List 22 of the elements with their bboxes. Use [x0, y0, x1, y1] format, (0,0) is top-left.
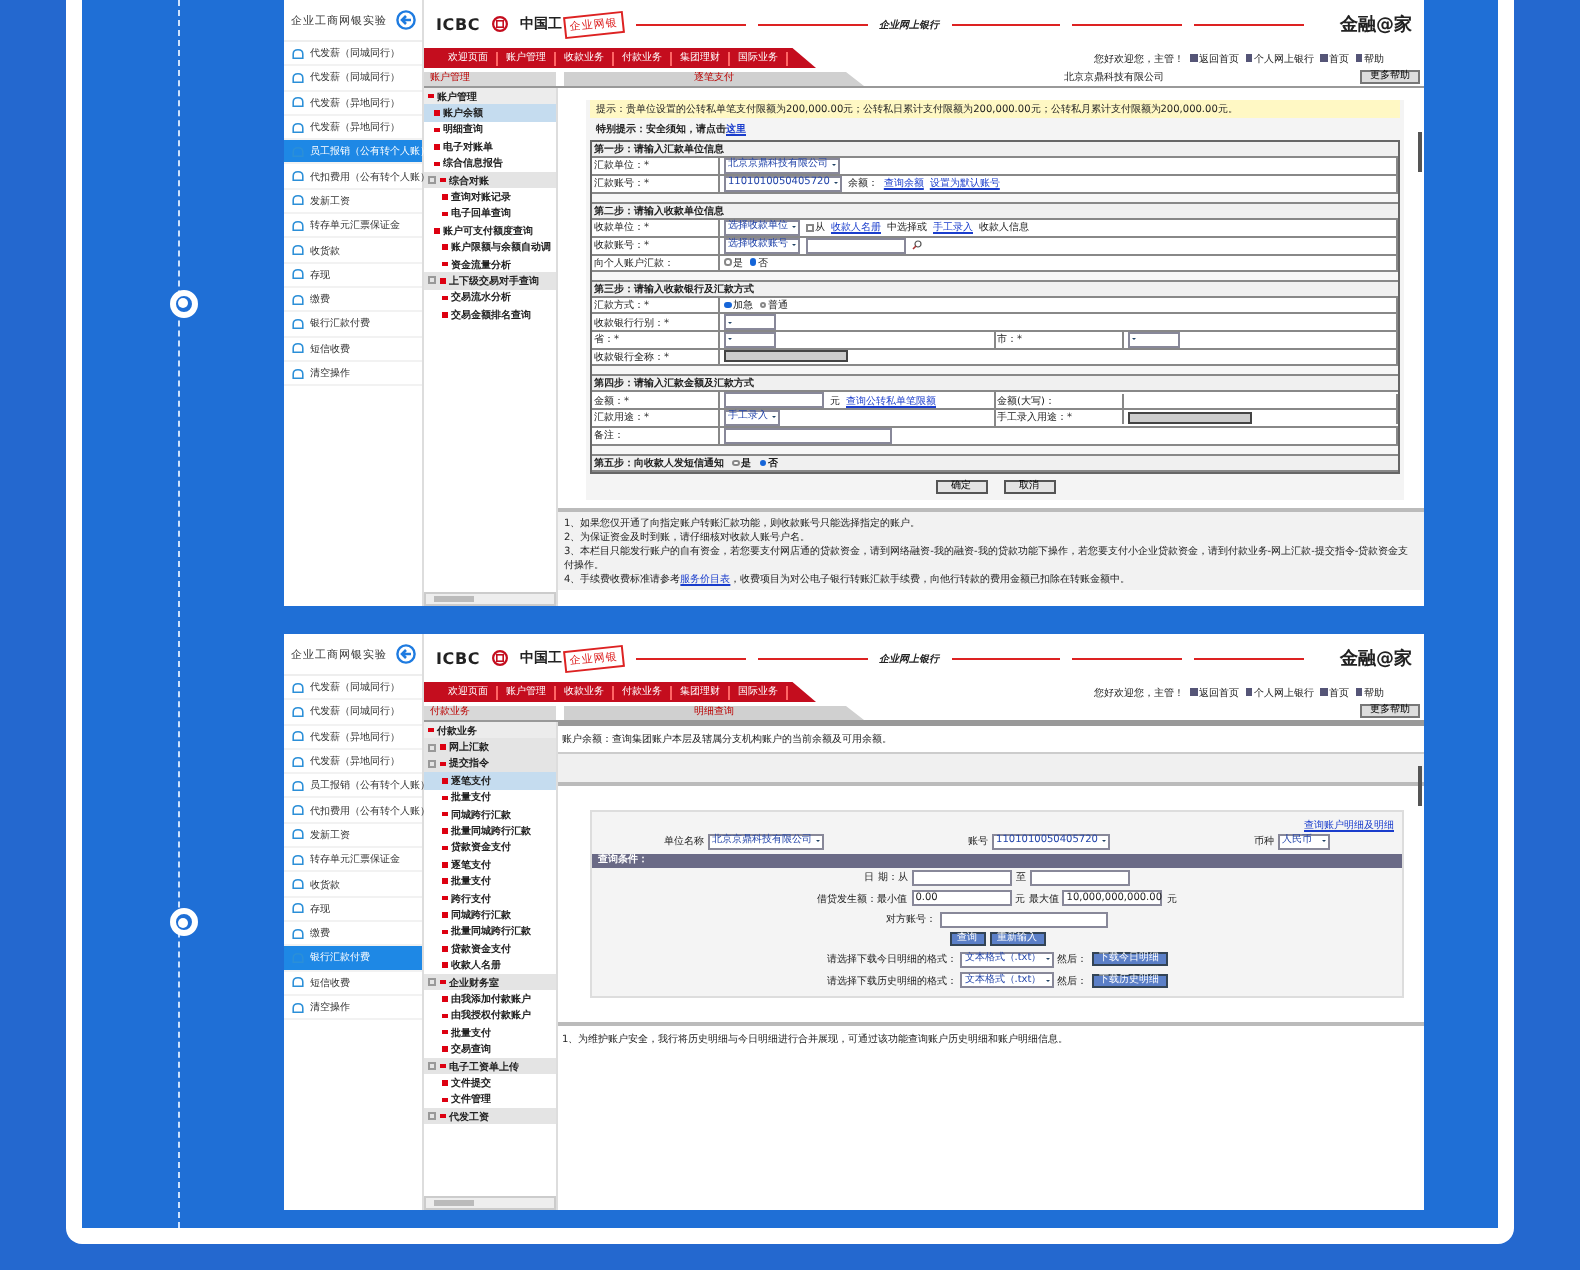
scrollbar[interactable]: [424, 1196, 556, 1210]
emblem-icon: [492, 650, 509, 666]
dropdown[interactable]: [724, 314, 776, 330]
brand-logo: 金融@家: [1340, 646, 1413, 671]
scrollbar[interactable]: [1418, 132, 1422, 172]
scrollbar[interactable]: [424, 592, 556, 606]
search-icon[interactable]: [912, 240, 922, 251]
readonly-field: [1127, 411, 1251, 424]
readonly-field: [724, 350, 848, 363]
bank-logo: ICBC: [436, 15, 481, 33]
input-field[interactable]: [911, 870, 1012, 886]
input-field[interactable]: [724, 392, 824, 409]
back-arrow-icon[interactable]: [395, 644, 415, 664]
brand-logo: 金融@家: [1340, 12, 1413, 37]
back-arrow-icon[interactable]: [395, 10, 415, 30]
input-field[interactable]: [940, 911, 1108, 928]
timeline-node: [169, 289, 197, 317]
input-field[interactable]: [1029, 870, 1130, 886]
timeline-node: [169, 908, 197, 936]
scrollbar[interactable]: [1418, 766, 1422, 806]
emblem-icon: [492, 16, 509, 32]
bank-logo: ICBC: [436, 649, 481, 667]
